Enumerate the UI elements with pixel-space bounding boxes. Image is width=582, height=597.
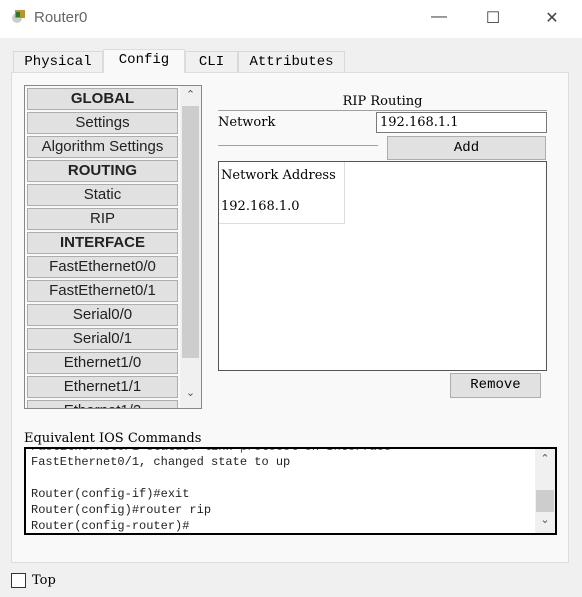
scroll-up-icon[interactable]: ⌃ [180, 88, 201, 101]
close-button[interactable]: ✕ [537, 8, 567, 28]
sidebar-item-static[interactable]: Static [27, 184, 178, 206]
network-input[interactable] [376, 112, 547, 133]
sidebar-item-serial0-0[interactable]: Serial0/0 [27, 304, 178, 326]
tab-physical[interactable]: Physical [13, 51, 103, 72]
sidebar-scrollbar[interactable]: ⌃ ⌄ [180, 86, 201, 408]
maximize-button[interactable]: ☐ [478, 8, 508, 28]
sidebar-item-ethernet1-2[interactable]: Ethernet1/2 [27, 400, 178, 408]
sidebar-item-settings[interactable]: Settings [27, 112, 178, 134]
tab-attributes[interactable]: Attributes [238, 51, 345, 72]
table-header-network-address: Network Address [221, 168, 336, 183]
scroll-down-icon[interactable]: ⌄ [180, 386, 201, 399]
scroll-up-icon[interactable]: ⌃ [535, 452, 555, 465]
window-title: Router0 [34, 9, 88, 26]
minimize-button[interactable]: — [424, 8, 454, 26]
console-line: Router(config-if)#exit [31, 487, 190, 501]
rip-routing-title: RIP Routing [342, 94, 423, 109]
divider [218, 145, 378, 146]
table-row[interactable]: 192.168.1.0 [221, 199, 300, 214]
add-button[interactable]: Add [387, 136, 546, 160]
console-line: Router(config)#router rip [31, 503, 212, 517]
console-line: FastEthernet0/1, changed state to up [31, 455, 291, 469]
tab-config[interactable]: Config [103, 49, 185, 73]
sidebar-item-ethernet1-1[interactable]: Ethernet1/1 [27, 376, 178, 398]
scroll-thumb[interactable] [536, 490, 554, 512]
sidebar-item-serial0-1[interactable]: Serial0/1 [27, 328, 178, 350]
ios-commands-console[interactable]: FastEthernet0/1 status: link protocol on… [24, 447, 557, 535]
scroll-down-icon[interactable]: ⌄ [535, 513, 555, 526]
config-nav-list: GLOBAL Settings Algorithm Settings ROUTI… [24, 85, 202, 409]
scroll-thumb[interactable] [182, 106, 199, 358]
router-app-icon [12, 10, 25, 23]
tab-cli[interactable]: CLI [185, 51, 238, 72]
sidebar-header-interface: INTERFACE [27, 232, 178, 254]
sidebar-item-fastethernet0-0[interactable]: FastEthernet0/0 [27, 256, 178, 278]
network-table: Network Address 192.168.1.0 [218, 161, 547, 371]
remove-button[interactable]: Remove [450, 373, 541, 398]
top-label: Top [32, 573, 56, 588]
divider [218, 110, 547, 111]
sidebar-item-fastethernet0-1[interactable]: FastEthernet0/1 [27, 280, 178, 302]
top-checkbox[interactable] [11, 573, 26, 588]
network-label: Network [218, 115, 276, 130]
sidebar-item-ethernet1-0[interactable]: Ethernet1/0 [27, 352, 178, 374]
sidebar-header-routing: ROUTING [27, 160, 178, 182]
console-line: Router(config-router)# [31, 519, 190, 533]
ios-commands-label: Equivalent IOS Commands [24, 431, 202, 446]
console-scrollbar[interactable]: ⌃ ⌄ [535, 449, 555, 533]
sidebar-item-algorithm-settings[interactable]: Algorithm Settings [27, 136, 178, 158]
sidebar-item-rip[interactable]: RIP [27, 208, 178, 230]
sidebar-header-global: GLOBAL [27, 88, 178, 110]
